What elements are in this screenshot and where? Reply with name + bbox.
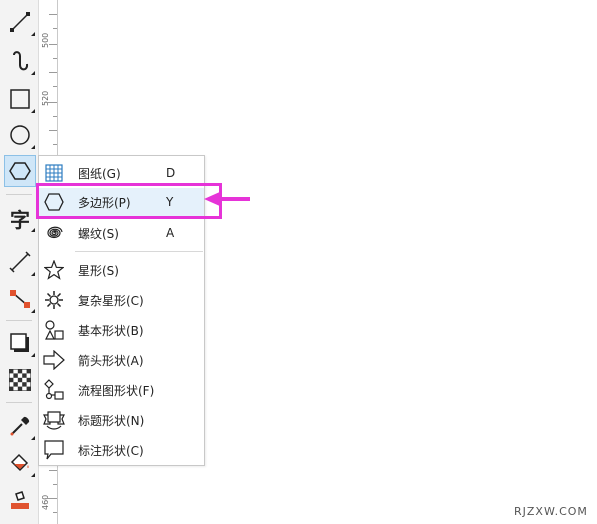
text-tool-button[interactable]: 字 [4, 202, 36, 234]
drop-shadow-icon [10, 333, 29, 352]
paint-bucket-icon [10, 453, 29, 472]
dimension-tool-button[interactable] [4, 246, 36, 278]
menu-item-arrow-shapes[interactable]: 箭头形状(A) [39, 346, 204, 374]
spiral-icon [43, 222, 65, 244]
polygon-icon [9, 162, 31, 180]
menu-item-label: 标题形状(N) [78, 413, 145, 428]
star-icon [43, 259, 65, 281]
text-tool-icon: 字 [10, 207, 30, 232]
toolbox: 字 [0, 0, 39, 524]
polygon-tool-button[interactable] [4, 155, 36, 187]
menu-item-label: 基本形状(B) [78, 323, 144, 338]
flowchart-shapes-icon [43, 379, 65, 401]
watermark: RJZXW.COM [514, 505, 588, 518]
rectangle-tool-button[interactable] [4, 83, 36, 115]
menu-item-label: 标注形状(C) [78, 443, 144, 458]
line-tool-icon [10, 12, 30, 32]
drop-shadow-tool-button[interactable] [4, 327, 36, 359]
menu-item-spiral[interactable]: 螺纹(S) A [39, 219, 204, 247]
highlight-box [36, 183, 222, 219]
artistic-curve-icon [13, 51, 29, 71]
transparency-tool-button[interactable] [4, 364, 36, 396]
connector-icon [10, 290, 30, 308]
callout-shapes-icon [43, 439, 65, 461]
complex-star-icon [43, 289, 65, 311]
smart-fill-tool-button[interactable] [4, 484, 36, 516]
menu-item-label: 星形(S) [78, 263, 119, 278]
arrow-shapes-icon [43, 349, 65, 371]
transparency-icon [9, 369, 31, 391]
eyedropper-tool-button[interactable] [4, 410, 36, 442]
ruler-label: 520 [41, 90, 50, 106]
ellipse-icon [10, 125, 30, 145]
smart-fill-icon [11, 491, 29, 509]
menu-item-complex-star[interactable]: 复杂星形(C) [39, 286, 204, 314]
ruler-label: 460 [41, 494, 50, 510]
menu-item-banner-shapes[interactable]: 标题形状(N) [39, 406, 204, 434]
menu-item-label: 图纸(G) [78, 166, 121, 181]
menu-item-callout-shapes[interactable]: 标注形状(C) [39, 436, 204, 464]
basic-shapes-icon [43, 319, 65, 341]
curve-tool-button[interactable] [4, 45, 36, 77]
dimension-icon [9, 251, 31, 273]
menu-item-label: 箭头形状(A) [78, 353, 144, 368]
graph-paper-icon [43, 162, 65, 184]
menu-item-flowchart-shapes[interactable]: 流程图形状(F) [39, 376, 204, 404]
menu-item-shortcut: A [166, 226, 175, 240]
ruler-label: 500 [41, 32, 50, 48]
menu-item-label: 流程图形状(F) [78, 383, 155, 398]
menu-item-basic-shapes[interactable]: 基本形状(B) [39, 316, 204, 344]
connector-tool-button[interactable] [4, 283, 36, 315]
ellipse-tool-button[interactable] [4, 119, 36, 151]
rectangle-icon [10, 89, 30, 109]
menu-item-shortcut: D [166, 166, 176, 180]
banner-shapes-icon [43, 409, 65, 431]
pointer-arrow-icon [204, 191, 250, 207]
interactive-fill-tool-button[interactable] [4, 447, 36, 479]
menu-item-label: 螺纹(S) [78, 226, 119, 241]
menu-item-star[interactable]: 星形(S) [39, 256, 204, 284]
menu-item-label: 复杂星形(C) [78, 293, 144, 308]
eyedropper-icon [10, 416, 30, 436]
line-tool-button[interactable] [4, 6, 36, 38]
